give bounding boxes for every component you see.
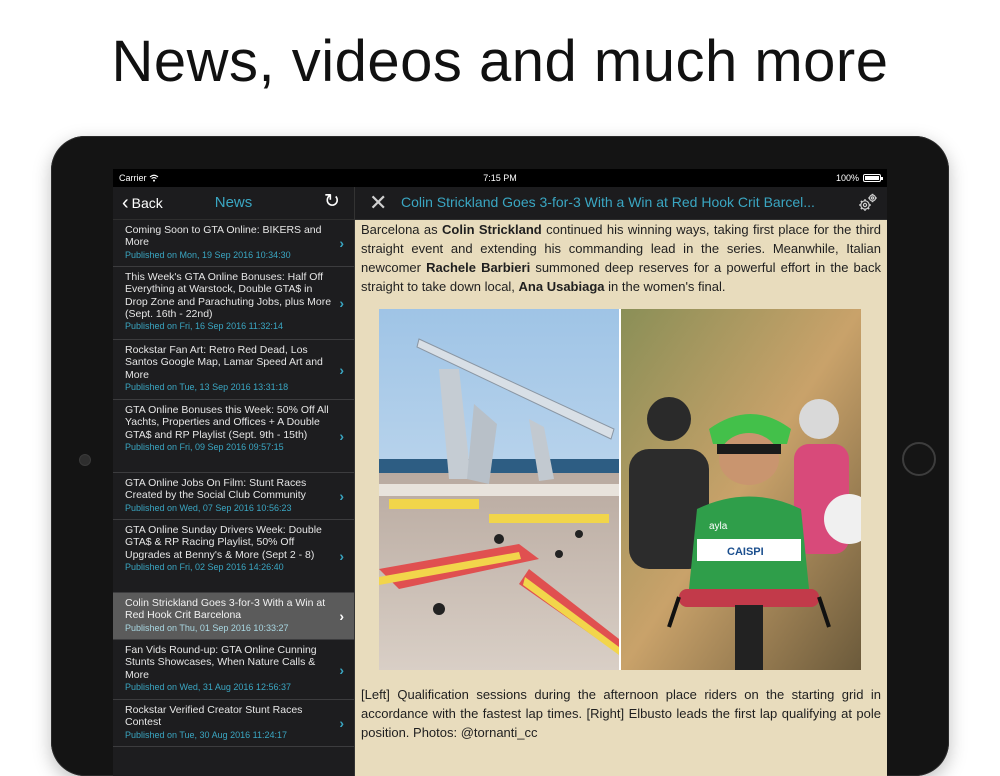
article-nav-bar: ✕ Colin Strickland Goes 3-for-3 With a W…: [355, 187, 887, 220]
battery-percent: 100%: [835, 173, 859, 183]
refresh-icon: ↻: [324, 191, 340, 212]
body-bold: Ana Usabiaga: [518, 279, 605, 294]
status-bar: Carrier 7:15 PM 100%: [113, 169, 887, 187]
article-body: Barcelona as Colin Strickland continued …: [361, 220, 881, 296]
jersey-text: ayla: [709, 521, 728, 532]
item-title: Rockstar Verified Creator Stunt Races Co…: [125, 704, 303, 729]
news-list: Coming Soon to GTA Online: BIKERS and Mo…: [113, 220, 354, 747]
list-item[interactable]: GTA Online Bonuses this Week: 50% Off Al…: [113, 400, 354, 473]
article-title: Colin Strickland Goes 3-for-3 With a Win…: [401, 194, 815, 210]
chevron-right-icon: ›: [339, 661, 344, 678]
chevron-right-icon: ›: [339, 361, 344, 378]
camera-icon: [79, 454, 91, 466]
body-bold: Colin Strickland: [442, 222, 542, 237]
list-item[interactable]: GTA Online Jobs On Film: Stunt Races Cre…: [113, 473, 354, 520]
news-title: News: [214, 194, 253, 211]
list-item[interactable]: Fan Vids Round-up: GTA Online Cunning St…: [113, 640, 354, 700]
item-date: Published on Mon, 19 Sep 2016 10:34:30: [125, 249, 291, 260]
body-text: Barcelona as: [361, 222, 443, 237]
list-item[interactable]: GTA Online Sunday Drivers Week: Double G…: [113, 520, 354, 593]
clock: 7:15 PM: [483, 173, 517, 183]
list-item-selected[interactable]: Colin Strickland Goes 3-for-3 With a Win…: [113, 593, 354, 640]
chevron-right-icon: ›: [339, 428, 344, 444]
settings-button[interactable]: [857, 192, 879, 214]
item-title: Coming Soon to GTA Online: BIKERS and Mo…: [125, 224, 322, 249]
screen: Carrier 7:15 PM 100% ‹ Back News ↻ Comin…: [113, 169, 887, 776]
body-text: in the women's final.: [604, 279, 726, 294]
chevron-right-icon: ›: [339, 235, 344, 251]
news-list-pane: ‹ Back News ↻ Coming Soon to GTA Online:…: [113, 187, 355, 776]
item-date: Published on Thu, 01 Sep 2016 10:33:27: [125, 622, 289, 633]
news-nav-bar: ‹ Back News ↻: [113, 187, 354, 220]
item-title: GTA Online Bonuses this Week: 50% Off Al…: [125, 404, 329, 441]
gear-icon: [859, 193, 877, 211]
item-date: Published on Fri, 16 Sep 2016 11:32:14: [125, 321, 283, 332]
chevron-right-icon: ›: [339, 715, 344, 731]
item-title: Fan Vids Round-up: GTA Online Cunning St…: [125, 644, 317, 681]
list-item[interactable]: Rockstar Verified Creator Stunt Races Co…: [113, 700, 354, 747]
list-item[interactable]: Coming Soon to GTA Online: BIKERS and Mo…: [113, 220, 354, 267]
ipad-frame: Carrier 7:15 PM 100% ‹ Back News ↻ Comin…: [51, 136, 949, 776]
item-title: Colin Strickland Goes 3-for-3 With a Win…: [125, 597, 326, 622]
item-title: GTA Online Sunday Drivers Week: Double G…: [125, 524, 322, 561]
jersey-text: CAISPI: [727, 546, 764, 558]
chevron-right-icon: ›: [339, 608, 344, 624]
article-pane: ✕ Colin Strickland Goes 3-for-3 With a W…: [355, 187, 887, 776]
headline: News, videos and much more: [111, 29, 889, 94]
battery-icon: [863, 174, 883, 182]
chevron-right-icon: ›: [339, 295, 344, 311]
close-button[interactable]: ✕: [369, 191, 387, 215]
list-item[interactable]: Rockstar Fan Art: Retro Red Dead, Los Sa…: [113, 340, 354, 400]
list-item[interactable]: This Week's GTA Online Bonuses: Half Off…: [113, 267, 354, 340]
photo-caption: [Left] Qualification sessions during the…: [361, 687, 881, 740]
item-date: Published on Fri, 09 Sep 2016 09:57:15: [125, 441, 284, 452]
article-photo: ayla CAISPI: [379, 309, 861, 670]
item-title: Rockstar Fan Art: Retro Red Dead, Los Sa…: [125, 344, 323, 381]
battery-indicator: 100%: [835, 169, 883, 187]
close-icon: ✕: [369, 190, 388, 215]
item-title: GTA Online Jobs On Film: Stunt Races Cre…: [125, 477, 307, 502]
item-title: This Week's GTA Online Bonuses: Half Off…: [125, 271, 332, 320]
item-date: Published on Tue, 30 Aug 2016 11:24:17: [125, 729, 287, 740]
item-date: Published on Wed, 07 Sep 2016 10:56:23: [125, 502, 292, 513]
item-date: Published on Fri, 02 Sep 2016 14:26:40: [125, 561, 284, 572]
body-bold: Rachele Barbieri: [426, 260, 531, 275]
refresh-button[interactable]: ↻: [322, 192, 342, 212]
item-date: Published on Wed, 31 Aug 2016 12:56:37: [125, 681, 291, 692]
chevron-right-icon: ›: [339, 548, 344, 564]
chevron-right-icon: ›: [339, 488, 344, 504]
home-button[interactable]: [902, 442, 936, 476]
item-date: Published on Tue, 13 Sep 2016 13:31:18: [125, 381, 289, 392]
